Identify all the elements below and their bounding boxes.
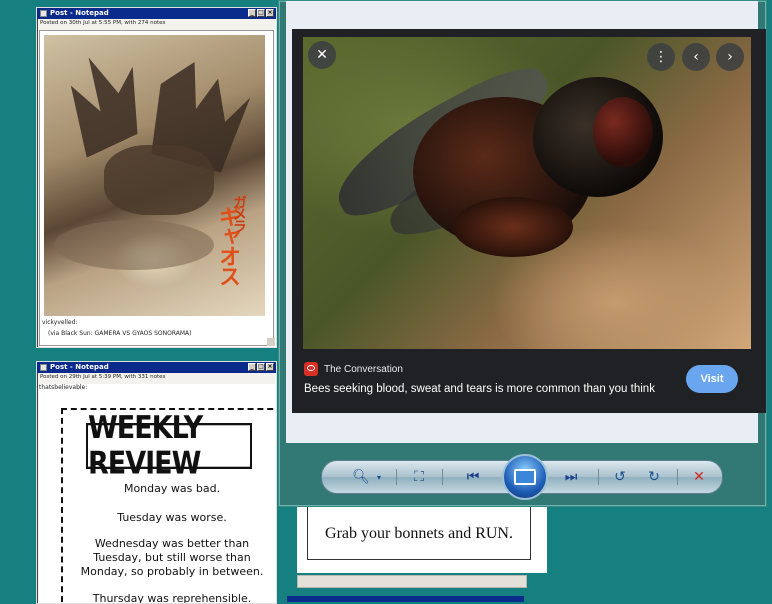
toolbar-separator (677, 469, 678, 485)
bee-photo[interactable] (303, 37, 751, 349)
weekly-review-line: Monday, so probably in between. (80, 565, 264, 578)
poster-image: ギャオス ガメラ (44, 35, 265, 316)
weekly-review-line: Wednesday was better than (94, 537, 250, 550)
weekly-review-line: Tuesday was worse. (117, 511, 227, 524)
rotate-cw-icon[interactable]: ↻ (643, 467, 665, 487)
weekly-review-line: Monday was bad. (123, 482, 221, 495)
scroll-corner (267, 338, 275, 346)
horizontal-scrollbar[interactable] (297, 575, 527, 588)
close-icon[interactable]: ✕ (308, 41, 336, 69)
notepad-window-post-1: Post - Notepad _ □ × Posted on 30th Jul … (36, 7, 277, 348)
post-meta: Posted on 30th Jul at 5:55 PM, with 274 … (40, 20, 166, 26)
notepad-window-post-2: Post - Notepad _ □ × Posted on 29th Jul … (36, 361, 277, 604)
chevron-down-icon[interactable]: ▾ (368, 467, 390, 487)
viewer-toolbar: 🔍︎ ▾ ⛶ ⏮ ⏭ ↺ ↻ ✕ (321, 454, 723, 500)
post-body: thatsbelievable: WEEKLY REVIEW Monday wa… (39, 384, 276, 604)
previous-icon[interactable]: ⏮ (462, 467, 484, 487)
notepad-icon (40, 364, 47, 371)
photo-viewer-window: ✕ ⋮ ‹ › The Conversation Bees seeking bl… (278, 0, 767, 507)
maximize-button[interactable]: □ (257, 9, 265, 17)
post-author: thatsbelievable: (39, 384, 88, 391)
post-author: vickyvelled: (42, 319, 78, 326)
fit-window-icon[interactable]: ⛶ (408, 467, 430, 487)
minimize-button[interactable]: _ (248, 9, 256, 17)
window-titlebar-partial[interactable] (287, 596, 524, 602)
post-meta: Posted on 29th Jul at 5:39 PM, with 331 … (40, 374, 166, 380)
post-caption: (via Black Sun: GAMERA VS GYAOS SONORAMA… (48, 330, 192, 337)
source-logo-icon (304, 362, 318, 376)
viewer-content: ✕ ⋮ ‹ › The Conversation Bees seeking bl… (286, 1, 766, 443)
visit-button[interactable]: Visit (686, 365, 738, 393)
weekly-review-card: WEEKLY REVIEW Monday was bad. Tuesday wa… (61, 408, 276, 604)
bonnets-image: Grab your bonnets and RUN. (297, 505, 547, 573)
bonnets-text: Grab your bonnets and RUN. (325, 525, 513, 542)
bonnets-frame: Grab your bonnets and RUN. (307, 507, 531, 560)
window-titlebar[interactable]: Post - Notepad _ □ × (37, 362, 276, 373)
close-button[interactable]: × (266, 9, 274, 17)
toolbar-separator (396, 469, 397, 485)
result-headline[interactable]: Bees seeking blood, sweat and tears is m… (304, 381, 674, 398)
window-title: Post - Notepad (50, 9, 109, 17)
chevron-left-icon[interactable]: ‹ (682, 43, 710, 71)
toolbar-separator (442, 469, 443, 485)
weekly-review-line: Thursday was reprehensible. (92, 592, 252, 604)
post-body: ギャオス ガメラ vickyvelled: (via Black Sun: GA… (39, 30, 274, 346)
weekly-review-title: WEEKLY REVIEW (86, 410, 252, 482)
delete-icon[interactable]: ✕ (688, 467, 710, 487)
image-preview-panel: ✕ ⋮ ‹ › The Conversation Bees seeking bl… (292, 29, 766, 413)
source-name: The Conversation (324, 363, 403, 375)
more-vert-icon[interactable]: ⋮ (647, 43, 675, 71)
rotate-ccw-icon[interactable]: ↺ (609, 467, 631, 487)
chevron-right-icon[interactable]: › (716, 43, 744, 71)
toolbar-separator (598, 469, 599, 485)
maximize-button[interactable]: □ (257, 363, 265, 371)
window-title: Post - Notepad (50, 363, 109, 371)
window-titlebar[interactable]: Post - Notepad _ □ × (37, 8, 276, 19)
close-button[interactable]: × (266, 363, 274, 371)
notepad-icon (40, 10, 47, 17)
next-icon[interactable]: ⏭ (560, 467, 582, 487)
source-attribution[interactable]: The Conversation (304, 362, 403, 376)
slideshow-icon[interactable] (502, 454, 548, 500)
weekly-review-line: Tuesday, but still worse than (93, 551, 251, 564)
minimize-button[interactable]: _ (248, 363, 256, 371)
